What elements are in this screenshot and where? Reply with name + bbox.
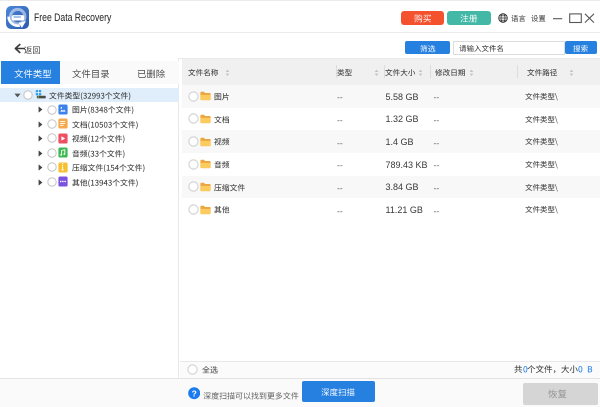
svg-text:?: ? (192, 389, 197, 399)
